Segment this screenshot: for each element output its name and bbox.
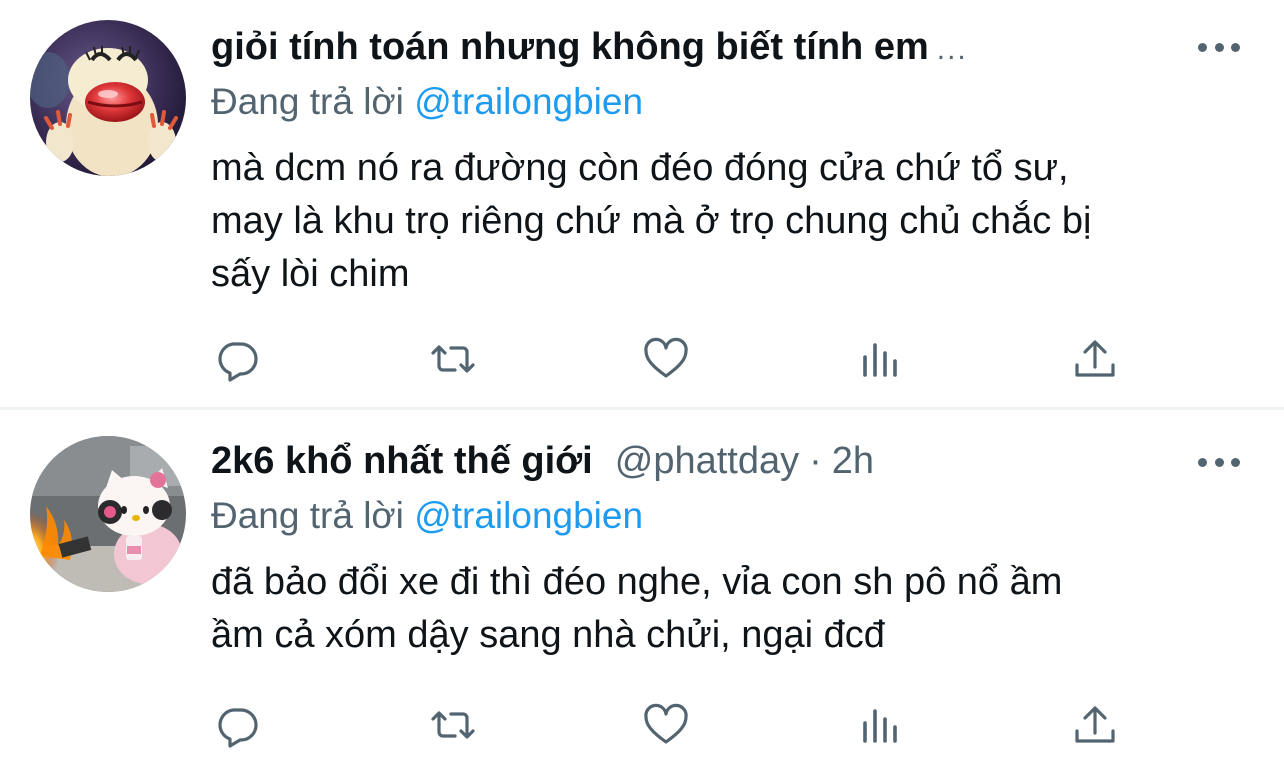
tweet-text-line: sấy lòi chim	[211, 253, 410, 295]
tweet-reply-1[interactable]: giỏi tính toán nhưng không biết tính em.…	[0, 0, 1284, 408]
more-options-button[interactable]	[1198, 452, 1240, 472]
tweet-reply-2[interactable]: 2k6 khổ nhất thế giới @phattday · 2h Đang t…	[0, 410, 1284, 759]
avatar[interactable]	[30, 20, 186, 176]
more-horizontal-icon	[1198, 457, 1207, 467]
replying-to-label: Đang trả lời	[211, 495, 404, 536]
replying-to-handle[interactable]: @trailongbien	[414, 81, 643, 122]
share-button[interactable]	[1067, 334, 1123, 384]
tweet-header: 2k6 khổ nhất thế giới @phattday · 2h	[211, 438, 874, 484]
display-name[interactable]: giỏi tính toán nhưng không biết tính em	[211, 26, 929, 68]
like-button[interactable]	[638, 700, 694, 750]
retweet-button[interactable]	[425, 700, 481, 750]
views-button[interactable]	[853, 334, 909, 384]
share-upload-icon	[1075, 706, 1115, 743]
views-button[interactable]	[853, 700, 909, 750]
tweet-actions	[211, 334, 1131, 384]
tweet-header: giỏi tính toán nhưng không biết tính em.…	[211, 24, 968, 73]
tweet-text: mà dcm nó ra đường còn đéo đóng cửa chứ …	[211, 142, 1251, 301]
reply-bubble-icon	[218, 708, 258, 748]
share-upload-icon	[1075, 340, 1115, 377]
heart-icon	[644, 337, 688, 378]
user-handle[interactable]: @phattday	[615, 440, 799, 482]
avatar[interactable]	[30, 436, 186, 592]
timestamp[interactable]: 2h	[832, 440, 874, 482]
retweet-button[interactable]	[425, 334, 481, 384]
tweet-text-line: may là khu trọ riêng chứ mà ở trọ chung …	[211, 200, 1092, 242]
retweet-icon	[431, 345, 475, 373]
tweet-text-line: đã bảo đổi xe đi thì đéo nghe, vỉa con s…	[211, 561, 1063, 603]
reply-button[interactable]	[209, 334, 265, 384]
tweet-text: đã bảo đổi xe đi thì đéo nghe, vỉa con s…	[211, 556, 1251, 662]
avatar-image	[30, 436, 186, 592]
retweet-icon	[431, 711, 475, 739]
tweet-text-line: ầm cả xóm dậy sang nhà chửi, ngại đcđ	[211, 614, 885, 656]
replying-to-line: Đang trả lời @trailongbien	[211, 80, 643, 124]
tweet-actions	[211, 700, 1131, 750]
reply-bubble-icon	[218, 342, 258, 382]
more-horizontal-icon	[1198, 42, 1207, 52]
views-bar-chart-icon	[863, 709, 897, 743]
replying-to-line: Đang trả lời @trailongbien	[211, 494, 643, 538]
replying-to-label: Đang trả lời	[211, 81, 404, 122]
heart-icon	[644, 703, 688, 744]
views-bar-chart-icon	[863, 343, 897, 377]
name-truncation: ...	[936, 33, 968, 66]
more-options-button[interactable]	[1198, 37, 1240, 57]
avatar-image	[30, 20, 186, 176]
share-button[interactable]	[1067, 700, 1123, 750]
replying-to-handle[interactable]: @trailongbien	[414, 495, 643, 536]
tweet-text-line: mà dcm nó ra đường còn đéo đóng cửa chứ …	[211, 147, 1069, 189]
separator-dot: ·	[809, 440, 822, 482]
like-button[interactable]	[638, 334, 694, 384]
reply-button[interactable]	[209, 700, 265, 750]
display-name[interactable]: 2k6 khổ nhất thế giới	[211, 440, 593, 482]
